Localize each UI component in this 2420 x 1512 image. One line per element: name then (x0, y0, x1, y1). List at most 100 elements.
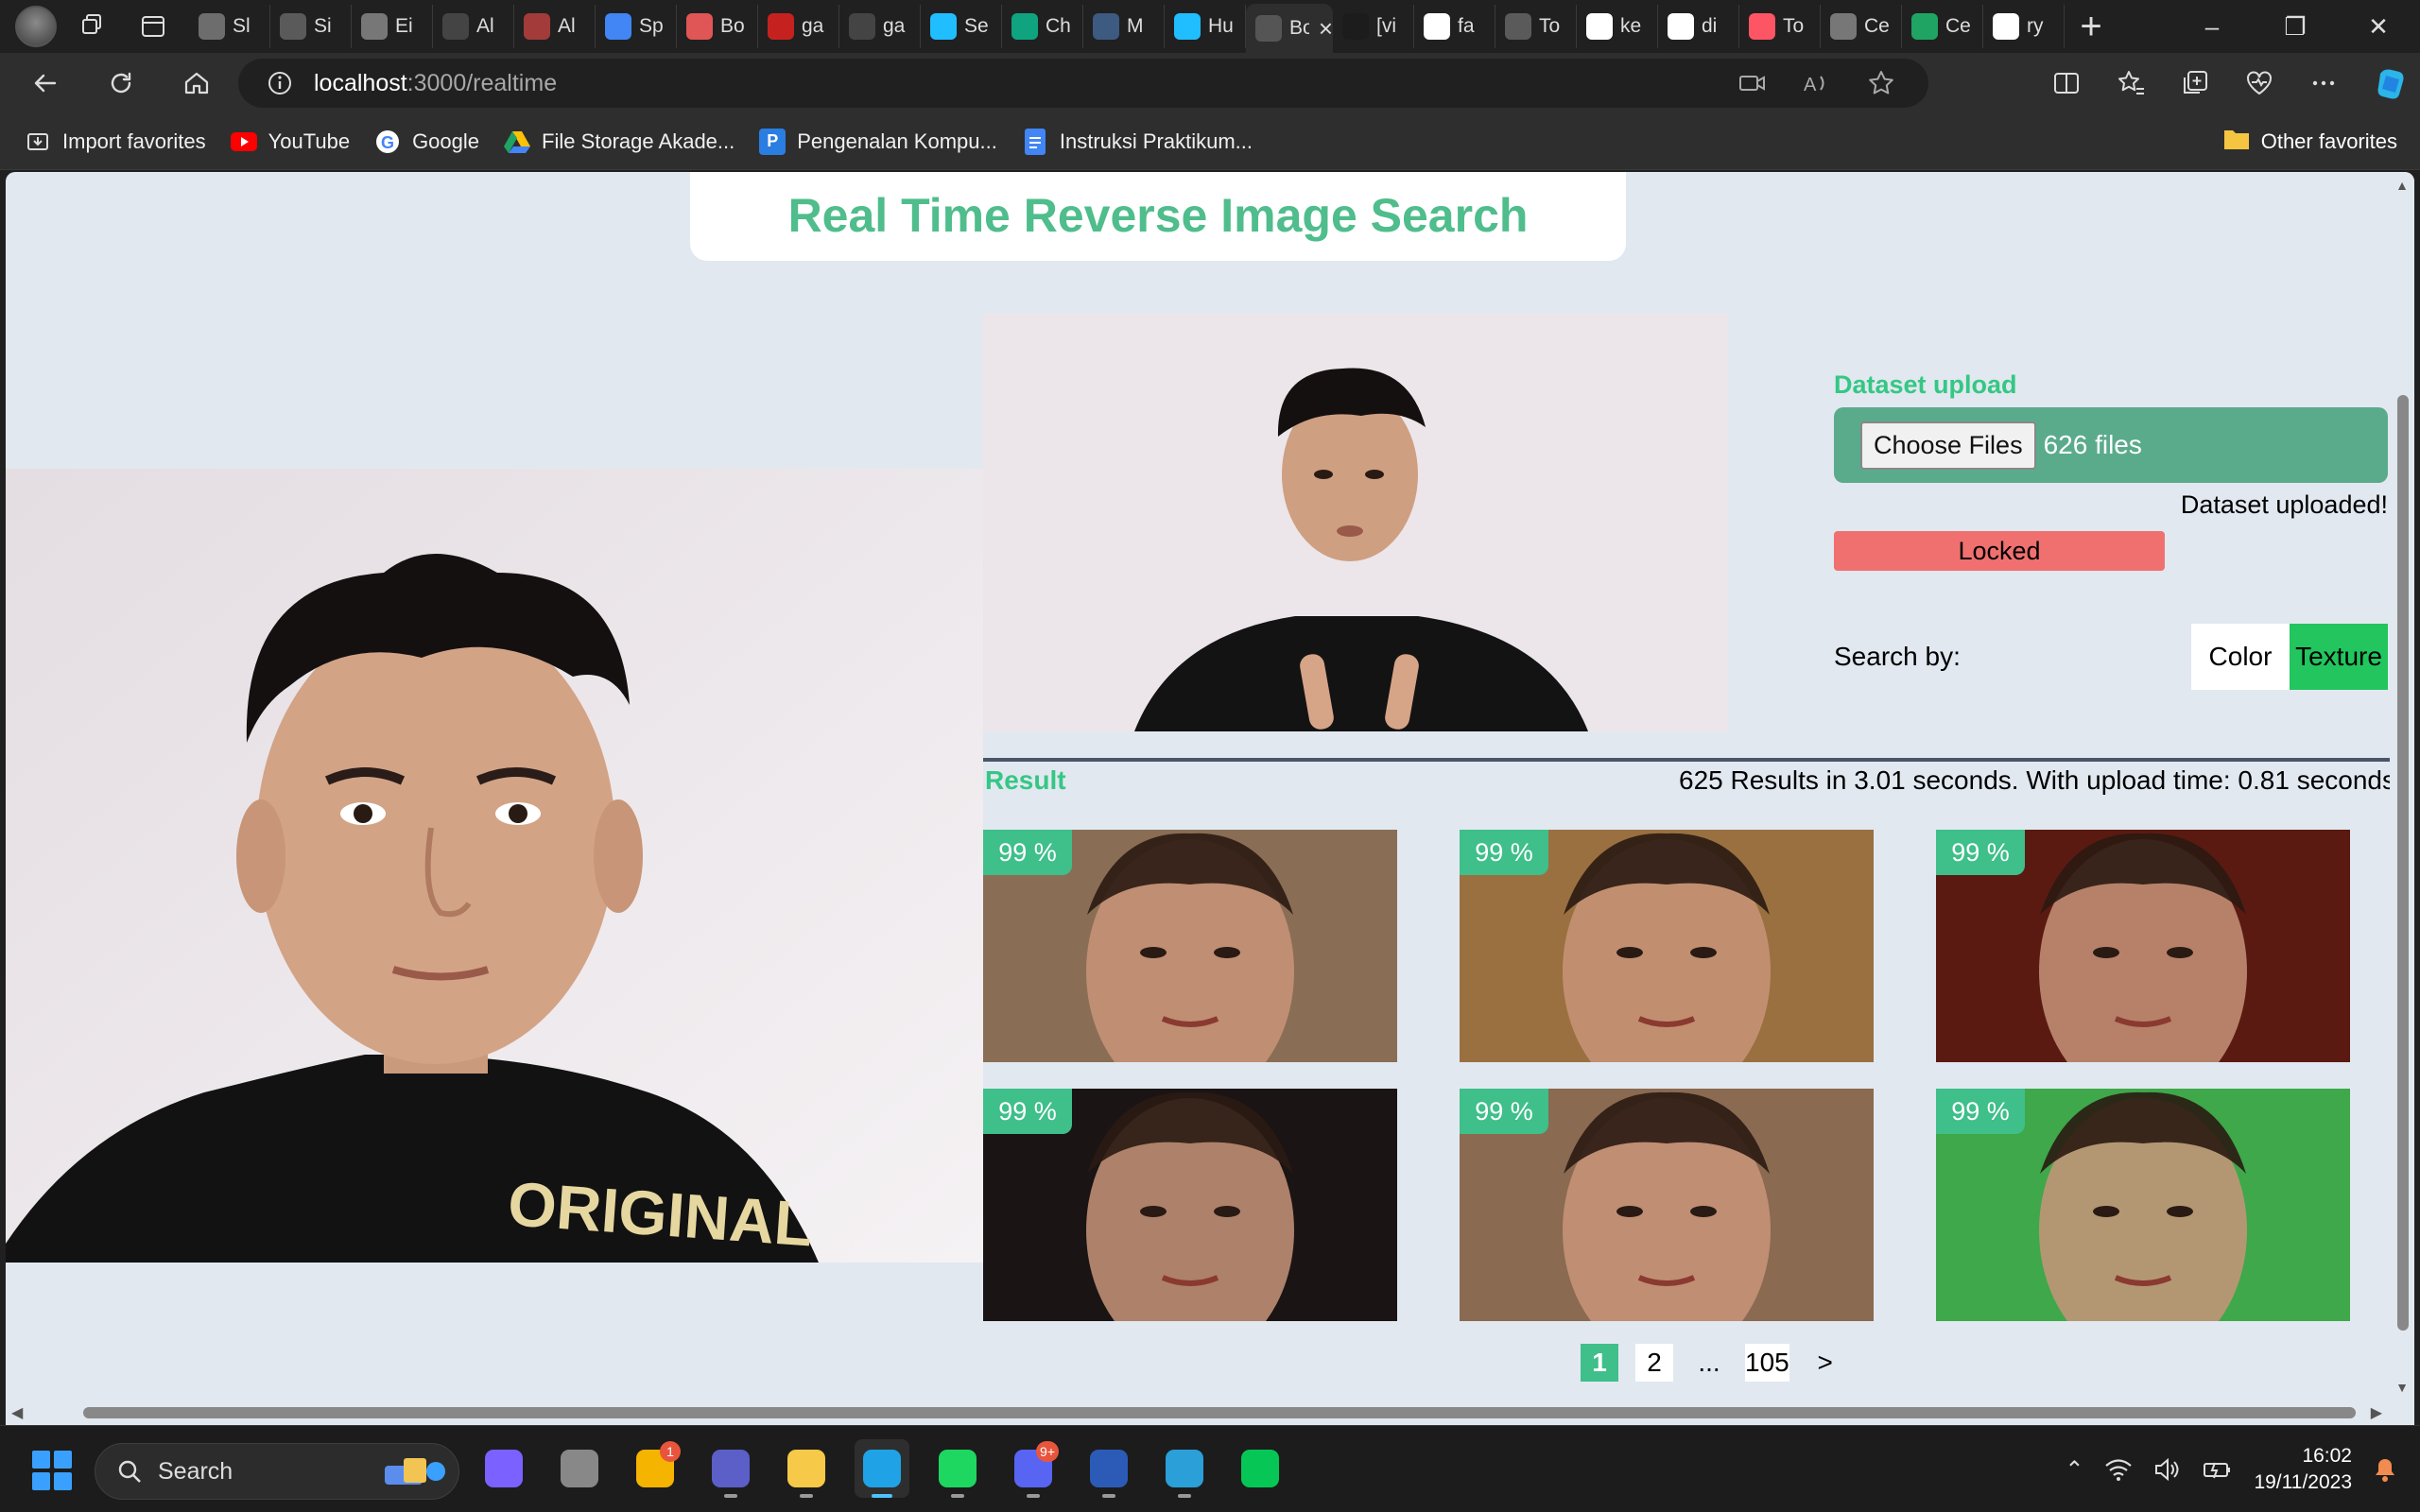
volume-icon[interactable] (2153, 1457, 2182, 1482)
browser-tab[interactable]: To (1739, 5, 1821, 48)
color-option-button[interactable]: Color (2191, 624, 2290, 690)
browser-tab[interactable]: Se (921, 5, 1002, 48)
taskbar-app[interactable]: 9+ (1006, 1439, 1061, 1498)
taskbar: Search 1 9+ ⌃ 16:02 19/11/2023 (0, 1425, 2420, 1512)
start-button[interactable] (32, 1451, 72, 1490)
browser-tab[interactable]: M (1083, 5, 1165, 48)
browser-tab[interactable]: ga (839, 5, 921, 48)
taskbar-app[interactable] (703, 1439, 758, 1498)
refresh-button[interactable] (91, 57, 151, 110)
next-page-button[interactable]: > (1806, 1344, 1844, 1382)
taskbar-app[interactable]: 1 (628, 1439, 683, 1498)
fav-google[interactable]: G Google (374, 129, 479, 155)
browser-tab[interactable]: Bo (677, 5, 758, 48)
clock[interactable]: 16:02 19/11/2023 (2254, 1443, 2352, 1496)
more-menu-icon[interactable] (2308, 68, 2339, 98)
kaggle-icon (1174, 13, 1201, 40)
fav-pengenalan[interactable]: P Pengenalan Kompu... (759, 128, 997, 155)
search-mode-toggle: Color Texture (2191, 624, 2388, 690)
info-icon[interactable] (267, 70, 293, 96)
copilot-sidebar-icon[interactable] (2373, 64, 2411, 102)
scroll-right-icon[interactable]: ▶ (2371, 1403, 2382, 1422)
profile-avatar[interactable] (15, 6, 57, 47)
result-card[interactable]: 99 % (983, 830, 1397, 1062)
taskbar-app[interactable] (1233, 1439, 1288, 1498)
page-2-button[interactable]: 2 (1635, 1344, 1673, 1382)
battery-icon[interactable] (2203, 1457, 2233, 1482)
camera-icon[interactable] (1737, 68, 1768, 98)
maximize-button[interactable]: ❐ (2254, 0, 2337, 53)
tab-actions-icon[interactable] (129, 2, 178, 51)
favorite-star-icon[interactable] (1866, 68, 1896, 98)
browser-essentials-icon[interactable] (2244, 68, 2274, 98)
home-button[interactable] (166, 57, 227, 110)
result-card[interactable]: 99 % (1936, 1089, 2350, 1321)
browser-tab[interactable]: Sp (596, 5, 677, 48)
collections-icon[interactable] (2180, 68, 2210, 98)
browser-tab[interactable]: ke (1577, 5, 1658, 48)
vertical-scroll-thumb[interactable] (2397, 395, 2409, 1331)
taskbar-app[interactable] (1157, 1439, 1212, 1498)
browser-tab[interactable]: Sl (189, 5, 270, 48)
taskbar-app[interactable] (930, 1439, 985, 1498)
fav-file-storage[interactable]: File Storage Akade... (504, 129, 735, 155)
browser-tab[interactable]: Al (433, 5, 514, 48)
result-card[interactable]: 99 % (1460, 1089, 1874, 1321)
choose-files-button[interactable]: Choose Files (1860, 421, 2036, 470)
fav-label: Import favorites (62, 129, 206, 153)
browser-tab[interactable]: ga (758, 5, 839, 48)
taskbar-search[interactable]: Search (95, 1443, 459, 1500)
taskbar-app[interactable] (476, 1439, 531, 1498)
browser-tab[interactable]: Si (270, 5, 352, 48)
scroll-up-icon[interactable]: ▲ (2395, 178, 2409, 193)
read-aloud-icon[interactable]: A (1802, 68, 1832, 98)
browser-tab[interactable]: Ch (1002, 5, 1083, 48)
browser-tab[interactable]: Ei (352, 5, 433, 48)
browser-tab[interactable]: To (1495, 5, 1577, 48)
result-card[interactable]: 99 % (983, 1089, 1397, 1321)
running-indicator (1178, 1494, 1191, 1498)
vertical-scrollbar[interactable]: ▲ ▼ (2390, 172, 2414, 1400)
fav-youtube[interactable]: YouTube (230, 129, 350, 155)
other-favorites[interactable]: Other favorites (2223, 113, 2397, 170)
locked-button[interactable]: Locked (1834, 531, 2165, 571)
tray-overflow-icon[interactable]: ⌃ (2065, 1456, 2083, 1484)
horizontal-scrollbar[interactable]: ◀ ▶ (6, 1400, 2414, 1425)
browser-tab[interactable]: Al (514, 5, 596, 48)
tab-title: Sp (639, 15, 664, 37)
page-1-button[interactable]: 1 (1581, 1344, 1618, 1382)
new-tab-button[interactable]: + (2065, 6, 2118, 48)
page-105-button[interactable]: 105 (1745, 1344, 1789, 1382)
workspaces-icon[interactable] (68, 2, 117, 51)
back-button[interactable] (15, 57, 76, 110)
taskbar-app[interactable] (552, 1439, 607, 1498)
browser-tab[interactable]: ry (1983, 5, 2065, 48)
browser-tab[interactable]: Hu (1165, 5, 1246, 48)
notification-bell-icon[interactable] (2373, 1456, 2397, 1483)
favorites-icon[interactable] (2116, 68, 2146, 98)
browser-tab[interactable]: Bo × (1246, 4, 1333, 53)
fav-import-favorites[interactable]: Import favorites (25, 129, 206, 155)
wifi-icon[interactable] (2104, 1457, 2133, 1482)
address-bar[interactable]: localhost:3000/realtime A (238, 59, 1928, 108)
browser-tab[interactable]: di (1658, 5, 1739, 48)
close-tab-icon[interactable]: × (1319, 14, 1333, 43)
result-card[interactable]: 99 % (1936, 830, 2350, 1062)
browser-tab[interactable]: Ce (1821, 5, 1902, 48)
fav-instruksi[interactable]: Instruksi Praktikum... (1022, 128, 1253, 155)
taskbar-app[interactable] (1081, 1439, 1136, 1498)
browser-tab[interactable]: fa (1414, 5, 1495, 48)
close-window-button[interactable]: ✕ (2337, 0, 2420, 53)
result-card[interactable]: 99 % (1460, 830, 1874, 1062)
minimize-button[interactable]: – (2170, 0, 2254, 53)
split-screen-icon[interactable] (2051, 68, 2082, 98)
taskbar-app[interactable] (855, 1439, 909, 1498)
browser-tab[interactable]: Ce (1902, 5, 1983, 48)
horizontal-scroll-thumb[interactable] (83, 1407, 2356, 1418)
tab-title: Se (964, 15, 989, 37)
scroll-left-icon[interactable]: ◀ (11, 1403, 23, 1422)
scroll-down-icon[interactable]: ▼ (2395, 1380, 2409, 1395)
browser-tab[interactable]: [vi (1333, 5, 1414, 48)
texture-option-button[interactable]: Texture (2290, 624, 2388, 690)
taskbar-app[interactable] (779, 1439, 834, 1498)
